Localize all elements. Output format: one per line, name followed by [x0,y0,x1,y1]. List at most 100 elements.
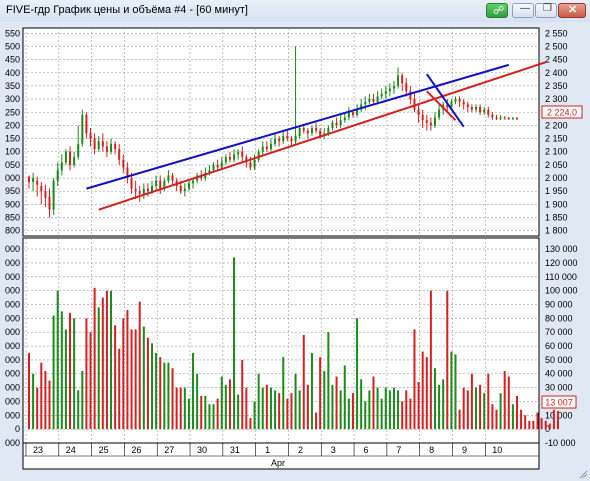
volume-bar [171,368,174,430]
volume-bar [274,390,277,430]
chart-window: FIVE-гдр График цены и объёма #4 - [60 м… [0,0,590,481]
candle-body [454,99,457,102]
close-button[interactable]: ✕ [558,3,586,18]
price-right-tick: 2 150 [545,134,568,144]
price-right-tick: 2 550 [545,28,568,38]
price-right-tick: 2 450 [545,55,568,65]
candle-body [89,133,92,139]
volume-bar [77,390,80,430]
volume-right-tick: 80 000 [545,313,573,323]
volume-bar [548,423,551,430]
price-right-tick: 2 300 [545,94,568,104]
candle-body [278,138,281,142]
volume-bar [146,337,149,430]
window-title: FIVE-гдр График цены и объёма #4 - [60 м… [6,4,248,16]
volume-right-tick: 90 000 [545,299,573,309]
volume-bar [442,379,445,430]
candle-body [183,188,186,192]
candle-body [48,196,51,210]
volume-bar [155,352,158,430]
candle-body [269,143,272,150]
volume-bar [470,373,473,430]
volume-left-tick: 000 [5,286,20,296]
volume-left-tick: 000 [5,299,20,309]
volume-bar [126,310,129,430]
price-left-axis: 550 500 450 400 350 300 250 200 150 100 050 000 950 9… [5,28,20,235]
candle-body [52,180,55,210]
link-button[interactable]: ☍ [486,3,508,18]
volume-bar [142,326,145,430]
volume-bar [491,404,494,430]
volume-bar [249,418,252,430]
volume-bar [48,380,51,430]
candle-body [224,157,227,163]
date-tick-label: 10 [492,445,502,455]
volume-right-tick: 70 000 [545,327,573,337]
price-left-tick: 000 [5,173,20,183]
candle-body [384,91,387,94]
candle-body [151,185,154,192]
volume-bar [228,379,231,430]
candle-body [425,120,428,123]
resize-grip-icon[interactable] [579,470,588,479]
volume-bar [183,387,186,430]
date-tick-label: 25 [99,445,109,455]
date-tick-label: 24 [66,445,76,455]
volume-bar [114,325,117,430]
candle-body [101,141,104,147]
volume-right-axis: 130 000 120 000 110 000 100 000 90 000 80 000… [545,244,578,448]
candle-body [421,114,424,121]
candle-body [397,75,400,86]
price-left-tick: 550 [5,28,20,38]
candle-body [85,114,88,134]
volume-bar [93,287,96,430]
candle-body [212,164,215,171]
volume-bar [151,343,154,430]
title-bar[interactable]: FIVE-гдр График цены и объёма #4 - [60 м… [0,0,590,22]
candle-body [44,191,47,198]
candle-body [36,180,39,185]
candle-body [372,99,375,102]
volume-bar [552,409,555,430]
volume-bar [413,329,416,430]
volume-left-tick: 0 [15,424,20,434]
candle-body [339,120,342,126]
volume-right-tick: 40 000 [545,369,573,379]
chart-area[interactable]: 5505004504003503002502001501000500009509… [0,22,590,481]
candle-body [237,151,240,155]
volume-panel[interactable] [22,237,540,444]
price-right-tick: 2 100 [545,147,568,157]
volume-bar [384,387,387,430]
candle-body [499,117,502,119]
price-right-axis: 2 5502 5002 4502 4002 3502 3002 2502 200… [545,28,568,235]
date-tick-label: 8 [429,445,434,455]
candle-body [93,138,96,150]
price-right-tick: 1 950 [545,186,568,196]
price-left-tick: 850 [5,213,20,223]
volume-bar [425,357,428,430]
price-left-tick: 300 [5,94,20,104]
candle-body [511,118,514,120]
minimize-button[interactable]: — [512,3,534,18]
volume-bar [245,387,248,430]
restore-button[interactable]: ❐ [535,3,557,18]
candle-body [450,101,453,107]
candle-body [331,122,334,129]
volume-bar [356,318,359,430]
price-left-tick: 800 [5,226,20,236]
price-right-tick: 1 800 [545,226,568,236]
date-tick-label: 26 [131,445,141,455]
candle-body [343,117,346,121]
volume-bar [368,390,371,430]
volume-bar [122,318,125,430]
volume-right-tick: 60 000 [545,341,573,351]
volume-bar [388,390,391,430]
volume-right-tick: -10 000 [545,438,576,448]
candle-body [142,188,145,194]
volume-bar [56,290,59,430]
candle-body [319,130,322,136]
volume-bar [286,398,289,430]
candle-body [294,135,297,142]
volume-bar [479,384,482,430]
volume-bar [73,318,76,430]
